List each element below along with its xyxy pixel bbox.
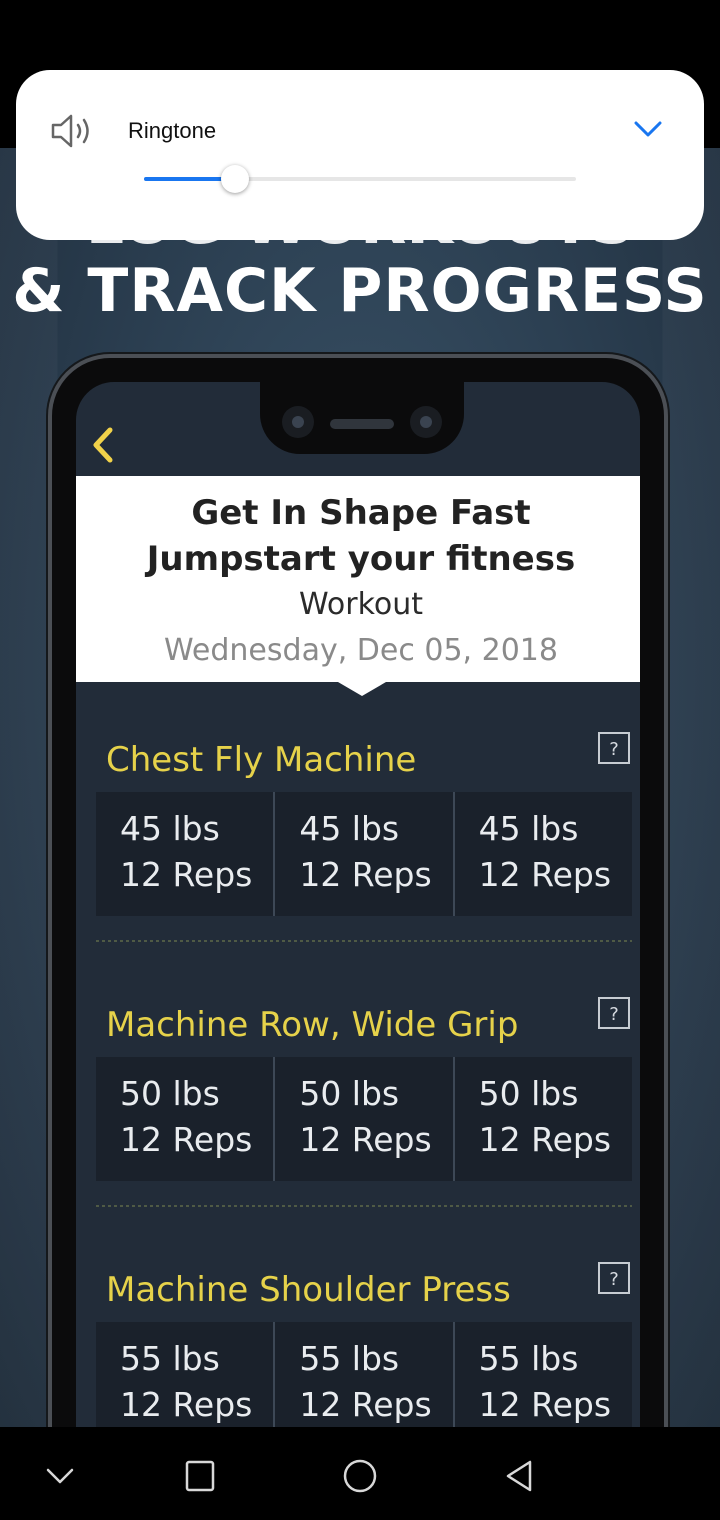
home-icon[interactable]	[340, 1459, 380, 1493]
exercise-card[interactable]: Machine Row, Wide Grip ? 50 lbs 12 Reps 5…	[76, 997, 640, 1265]
set-cell[interactable]: 50 lbs 12 Reps	[455, 1057, 632, 1181]
set-cell[interactable]: 55 lbs 12 Reps	[96, 1322, 276, 1427]
set-weight: 45 lbs	[478, 809, 579, 848]
phone-notch	[260, 382, 464, 454]
divider	[96, 1205, 632, 1207]
set-weight: 55 lbs	[299, 1339, 400, 1378]
set-weight: 50 lbs	[299, 1074, 400, 1113]
set-reps: 12 Reps	[120, 1120, 253, 1159]
sets-row: 50 lbs 12 Reps 50 lbs 12 Reps 50 lbs 12 Rep…	[96, 1057, 632, 1181]
phone-screen: Get In Shape Fast Jumpstart your fitness…	[76, 382, 640, 1427]
speaker-icon[interactable]	[50, 112, 96, 150]
exercise-name: Machine Shoulder Press	[106, 1270, 511, 1310]
camera-icon	[410, 406, 442, 438]
volume-stream-label: Ringtone	[128, 118, 217, 143]
volume-panel: Ringtone	[16, 70, 704, 240]
set-weight: 50 lbs	[478, 1074, 579, 1113]
set-cell[interactable]: 45 lbs 12 Reps	[455, 792, 632, 916]
set-cell[interactable]: 45 lbs 12 Reps	[275, 792, 455, 916]
workout-title-line1: Get In Shape Fast	[191, 493, 531, 533]
set-reps: 12 Reps	[299, 1385, 432, 1424]
set-weight: 55 lbs	[478, 1339, 579, 1378]
exercise-name: Chest Fly Machine	[106, 740, 417, 780]
screenshot-preview: LOG WORKOUTS & TRACK PROGRESS Get In Sha…	[0, 148, 720, 1427]
back-icon[interactable]	[500, 1459, 540, 1493]
recents-icon[interactable]	[180, 1459, 220, 1493]
set-reps: 12 Reps	[299, 855, 432, 894]
exercise-card[interactable]: Machine Shoulder Press ? 55 lbs 12 Reps 5…	[76, 1262, 640, 1427]
set-weight: 55 lbs	[120, 1339, 220, 1378]
phone-mockup: Get In Shape Fast Jumpstart your fitness…	[52, 358, 664, 1427]
set-weight: 45 lbs	[299, 809, 400, 848]
chevron-down-icon[interactable]	[40, 1459, 80, 1493]
workout-date: Wednesday, Dec 05, 2018	[164, 633, 558, 668]
workout-header-card: Get In Shape Fast Jumpstart your fitness…	[76, 476, 640, 696]
set-reps: 12 Reps	[120, 855, 253, 894]
set-cell[interactable]: 45 lbs 12 Reps	[96, 792, 276, 916]
set-reps: 12 Reps	[478, 1385, 612, 1424]
navigation-bar	[0, 1427, 720, 1520]
workout-title-line2: Jumpstart your fitness	[146, 539, 576, 579]
set-cell[interactable]: 50 lbs 12 Reps	[96, 1057, 276, 1181]
sets-row: 45 lbs 12 Reps 45 lbs 12 Reps 45 lbs 12 Rep…	[96, 792, 632, 916]
set-reps: 12 Reps	[120, 1385, 253, 1424]
help-icon[interactable]: ?	[598, 1262, 630, 1294]
set-cell[interactable]: 50 lbs 12 Reps	[275, 1057, 455, 1181]
help-icon[interactable]: ?	[598, 732, 630, 764]
set-reps: 12 Reps	[299, 1120, 432, 1159]
help-icon[interactable]: ?	[598, 997, 630, 1029]
set-reps: 12 Reps	[478, 855, 612, 894]
volume-slider[interactable]	[144, 165, 576, 193]
earpiece	[330, 419, 394, 429]
set-cell[interactable]: 55 lbs 12 Reps	[275, 1322, 455, 1427]
chevron-down-icon[interactable]	[632, 118, 664, 140]
divider	[96, 940, 632, 942]
set-weight: 50 lbs	[120, 1074, 220, 1113]
promo-headline: & TRACK PROGRESS	[12, 256, 708, 326]
camera-icon	[282, 406, 314, 438]
volume-slider-thumb[interactable]	[220, 165, 249, 193]
set-reps: 12 Reps	[478, 1120, 612, 1159]
set-weight: 45 lbs	[120, 809, 220, 848]
set-cell[interactable]: 55 lbs 12 Reps	[455, 1322, 632, 1427]
back-chevron-icon[interactable]	[84, 420, 124, 470]
sets-row: 55 lbs 12 Reps 55 lbs 12 Reps 55 lbs 12 Rep…	[96, 1322, 632, 1427]
exercise-name: Machine Row, Wide Grip	[106, 1005, 519, 1045]
exercise-card[interactable]: Chest Fly Machine ? 45 lbs 12 Reps 45 lbs…	[76, 732, 640, 1000]
workout-label: Workout	[298, 587, 424, 622]
